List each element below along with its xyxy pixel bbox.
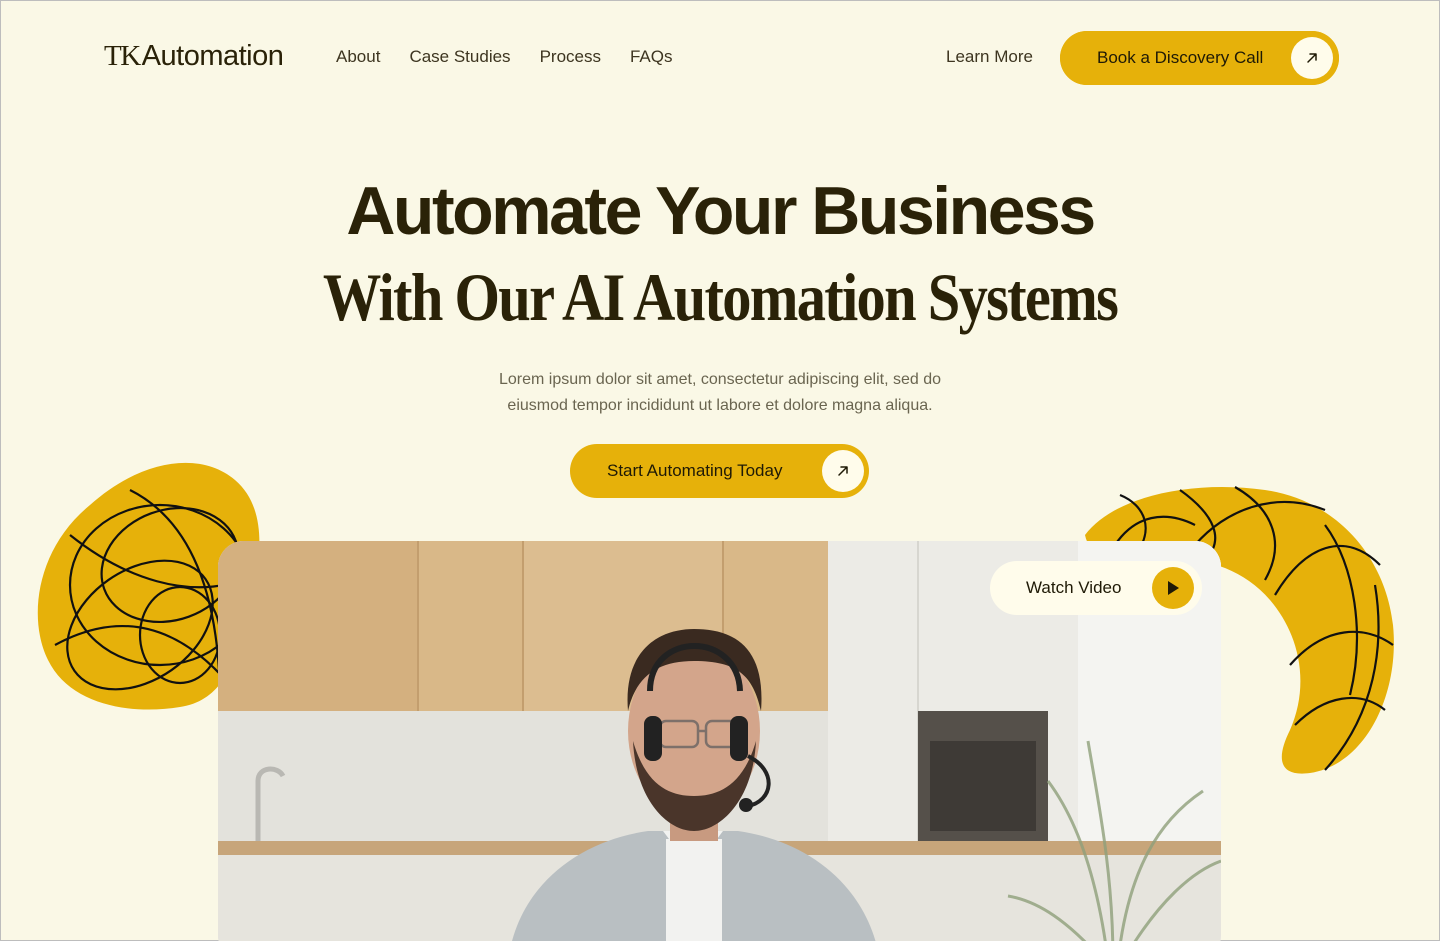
start-automating-button[interactable]: Start Automating Today [570,444,869,498]
hero-lead: Lorem ipsum dolor sit amet, consectetur … [440,367,1000,419]
arrow-up-right-icon [822,450,864,492]
book-discovery-call-button[interactable]: Book a Discovery Call [1060,31,1339,85]
learn-more-link[interactable]: Learn More [946,47,1033,67]
watch-video-label: Watch Video [1026,578,1122,597]
hero-title-line2: With Our AI Automation Systems [322,259,1119,335]
watch-video-button[interactable]: Watch Video [990,561,1202,615]
hero-lead-line1: Lorem ipsum dolor sit amet, consectetur … [499,371,941,388]
hero-title-line1: Automate Your Business [346,173,1096,249]
logo-word: Automation [141,40,284,72]
start-automating-label: Start Automating Today [607,461,783,480]
arrow-up-right-icon [1291,37,1333,79]
logo[interactable]: TK Automation [104,40,284,73]
play-icon [1152,567,1194,609]
main-nav: About Case Studies Process FAQs [336,47,673,67]
nav-link-process[interactable]: Process [540,47,601,67]
nav-link-faqs[interactable]: FAQs [630,47,673,67]
logo-mark: TK [104,40,141,72]
book-discovery-call-label: Book a Discovery Call [1097,48,1264,67]
nav-link-case-studies[interactable]: Case Studies [409,47,510,67]
nav-link-about[interactable]: About [336,47,380,67]
hero-lead-line2: eiusmod tempor incididunt ut labore et d… [507,397,933,414]
